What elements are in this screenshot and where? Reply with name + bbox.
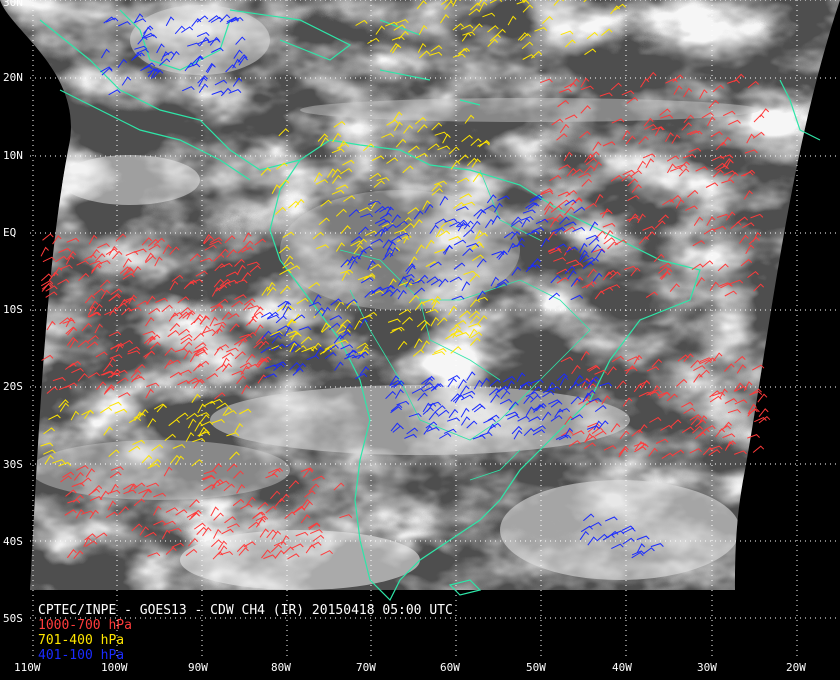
lon-label-20w: 20W — [786, 661, 806, 674]
lon-label-90w: 90W — [188, 661, 208, 674]
wind-barb — [758, 416, 771, 424]
legend-high-level: 401-100 hPa — [38, 648, 125, 663]
lon-label-30w: 30W — [697, 661, 717, 674]
lon-label-100w: 100W — [101, 661, 128, 674]
lon-label-50w: 50W — [526, 661, 546, 674]
lat-label-10n: 10N — [3, 149, 23, 162]
caption-title: CPTEC/INPE - GOES13 - CDW CH4 (IR) 20150… — [38, 603, 453, 618]
lat-label-eq: EQ — [3, 226, 17, 239]
wind-barb — [752, 445, 765, 453]
lat-label-40s: 40S — [3, 535, 23, 548]
lat-label-50s: 50S — [3, 612, 23, 625]
wind-barb — [40, 246, 49, 257]
wind-barb — [754, 417, 767, 423]
wind-barb — [758, 408, 769, 418]
lat-label-30s: 30S — [3, 458, 23, 471]
satellite-map-frame: 30N 20N 10N EQ 10S 20S 30S 40S 50S 110W … — [0, 0, 840, 680]
legend-low-level: 1000-700 hPa — [38, 618, 132, 633]
lat-label-10s: 10S — [3, 303, 23, 316]
lat-label-30n: 30N — [3, 0, 23, 9]
legend-mid-level: 701-400 hPa — [38, 633, 125, 648]
lon-label-40w: 40W — [612, 661, 632, 674]
lat-label-20n: 20N — [3, 71, 23, 84]
lon-label-80w: 80W — [271, 661, 291, 674]
lon-label-110w: 110W — [14, 661, 41, 674]
lon-label-70w: 70W — [356, 661, 376, 674]
map-caption: CPTEC/INPE - GOES13 - CDW CH4 (IR) 20150… — [38, 603, 453, 663]
goes13-ir-wind-map — [0, 0, 840, 660]
wind-barb — [42, 233, 54, 241]
lon-label-60w: 60W — [440, 661, 460, 674]
wind-barb — [757, 393, 768, 403]
lat-label-20s: 20S — [3, 380, 23, 393]
